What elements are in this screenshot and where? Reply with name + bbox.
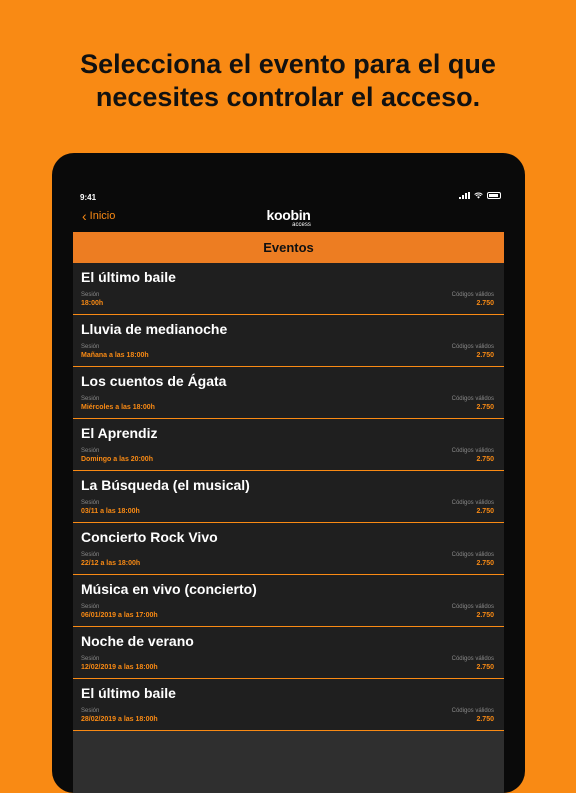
codes-value: 2.750 [476,300,494,307]
headline-line-2: necesites controlar el acceso. [95,82,481,112]
session-label: Sesión [81,292,100,298]
events-screen: Eventos El último baile Sesión 18:00h Có… [73,232,504,793]
event-row[interactable]: La Búsqueda (el musical) Sesión 03/11 a … [73,471,504,523]
event-row[interactable]: Noche de verano Sesión 12/02/2019 a las … [73,627,504,679]
codes-value: 2.750 [476,664,494,671]
session-value: 06/01/2019 a las 17:00h [81,612,158,619]
event-title: La Búsqueda (el musical) [81,477,250,493]
codes-label: Códigos válidos [451,292,494,298]
codes-value: 2.750 [476,560,494,567]
codes-label: Códigos válidos [451,552,494,558]
event-row[interactable]: El último baile Sesión 18:00h Códigos vá… [73,263,504,315]
wifi-icon [474,192,483,199]
codes-value: 2.750 [476,352,494,359]
session-value: Domingo a las 20:00h [81,456,153,463]
session-label: Sesión [81,604,100,610]
session-value: Miércoles a las 18:00h [81,404,155,411]
event-title: Concierto Rock Vivo [81,529,218,545]
signal-icon [459,192,470,199]
session-value: 12/02/2019 a las 18:00h [81,664,158,671]
codes-value: 2.750 [476,612,494,619]
event-row[interactable]: El Aprendiz Sesión Domingo a las 20:00h … [73,419,504,471]
codes-label: Códigos válidos [451,448,494,454]
event-title: El último baile [81,269,176,285]
codes-label: Códigos válidos [451,708,494,714]
codes-label: Códigos válidos [451,500,494,506]
headline-line-1: Selecciona el evento para el que [80,49,496,79]
session-value: 03/11 a las 18:00h [81,508,140,515]
session-label: Sesión [81,396,100,402]
session-value: Mañana a las 18:00h [81,352,149,359]
session-label: Sesión [81,448,100,454]
session-label: Sesión [81,656,100,662]
session-label: Sesión [81,552,100,558]
marketing-headline: Selecciona el evento para el que necesit… [0,48,576,114]
event-title: Música en vivo (concierto) [81,581,257,597]
nav-bar: ‹ Inicio koobin access [52,203,525,231]
event-title: Lluvia de medianoche [81,321,228,337]
codes-label: Códigos válidos [451,604,494,610]
session-value: 18:00h [81,300,104,307]
event-row[interactable]: Concierto Rock Vivo Sesión 22/12 a las 1… [73,523,504,575]
codes-value: 2.750 [476,716,494,723]
codes-label: Códigos válidos [451,396,494,402]
session-label: Sesión [81,708,100,714]
event-title: Los cuentos de Ágata [81,373,227,389]
codes-label: Códigos válidos [451,656,494,662]
event-title: El último baile [81,685,176,701]
session-value: 28/02/2019 a las 18:00h [81,716,158,723]
event-row[interactable]: El último baile Sesión 28/02/2019 a las … [73,679,504,731]
status-bar: 9:41 [52,153,525,203]
status-icons [459,192,501,199]
session-label: Sesión [81,500,100,506]
event-title: El Aprendiz [81,425,158,441]
codes-value: 2.750 [476,456,494,463]
session-value: 22/12 a las 18:00h [81,560,141,567]
codes-value: 2.750 [476,404,494,411]
logo-main-text: koobin [266,207,311,223]
codes-value: 2.750 [476,508,494,515]
battery-icon [487,192,501,199]
event-row[interactable]: Los cuentos de Ágata Sesión Miércoles a … [73,367,504,419]
event-list: El último baile Sesión 18:00h Códigos vá… [73,263,504,731]
codes-label: Códigos válidos [451,344,494,350]
screen-title: Eventos [73,232,504,263]
koobin-logo: koobin access [52,208,525,228]
event-title: Noche de verano [81,633,194,649]
session-label: Sesión [81,344,100,350]
status-time: 9:41 [80,193,97,202]
logo-sub-text: access [292,222,311,228]
tablet-device: 9:41 ‹ Inicio koobin access Eventos El ú… [52,153,525,793]
event-row[interactable]: Lluvia de medianoche Sesión Mañana a las… [73,315,504,367]
event-row[interactable]: Música en vivo (concierto) Sesión 06/01/… [73,575,504,627]
